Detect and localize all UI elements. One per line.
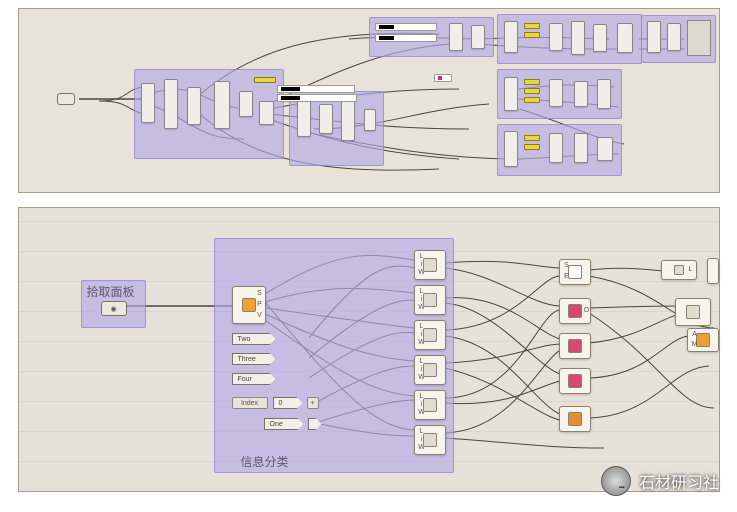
list-icon (423, 328, 437, 342)
yellow-param[interactable] (524, 97, 540, 103)
geometry-param[interactable]: ◉ (101, 301, 127, 316)
watermark: 石材研习社 (601, 466, 719, 496)
grasshopper-overview-canvas[interactable] (18, 8, 720, 193)
param-right-1[interactable] (707, 258, 719, 284)
listitem-node-1[interactable]: LiW (414, 250, 446, 280)
list-icon (423, 433, 437, 447)
param-one[interactable]: One (264, 418, 304, 430)
yellow-param[interactable] (524, 144, 540, 150)
listitem-node-4[interactable]: LiW (414, 355, 446, 385)
pencil-icon (674, 265, 684, 275)
explode-icon (242, 298, 256, 312)
node[interactable] (617, 23, 633, 53)
list-icon (423, 398, 437, 412)
list-icon (423, 293, 437, 307)
comp-node-4[interactable] (559, 368, 591, 394)
node[interactable] (319, 104, 333, 134)
node[interactable] (549, 79, 563, 107)
node[interactable] (504, 21, 518, 53)
yellow-param[interactable] (524, 23, 540, 29)
node[interactable] (574, 81, 588, 107)
input-param[interactable] (57, 93, 75, 105)
yellow-param[interactable] (524, 135, 540, 141)
wechat-icon (601, 466, 631, 496)
plus-btn[interactable]: + (307, 397, 319, 409)
param-zero[interactable]: 0 (273, 397, 303, 409)
label: Four (238, 376, 252, 383)
panel[interactable] (687, 20, 711, 56)
group-classify-label: 信息分类 (241, 453, 289, 470)
listitem-node-2[interactable]: LiW (414, 285, 446, 315)
number-slider[interactable] (375, 23, 437, 31)
node[interactable] (593, 24, 607, 52)
label: Two (238, 336, 251, 343)
label: 0 (279, 400, 283, 407)
node[interactable] (164, 79, 178, 129)
number-slider[interactable] (375, 34, 437, 42)
comp-right-2[interactable] (675, 298, 711, 326)
comp-node-5[interactable] (559, 406, 591, 432)
icon (568, 374, 582, 388)
node[interactable] (667, 23, 681, 51)
node[interactable] (571, 21, 585, 55)
comp-node-2[interactable]: O (559, 298, 591, 324)
node[interactable] (187, 87, 201, 125)
node[interactable] (471, 25, 485, 49)
icon (568, 339, 582, 353)
yellow-param[interactable] (254, 77, 276, 83)
node[interactable] (504, 77, 518, 111)
explode-node[interactable]: S P V (232, 286, 266, 324)
node[interactable] (449, 23, 463, 51)
node[interactable] (239, 91, 253, 117)
yellow-param[interactable] (524, 88, 540, 94)
node[interactable] (504, 131, 518, 167)
node[interactable] (141, 83, 155, 123)
comp-right-3[interactable]: AM (687, 328, 719, 352)
node[interactable] (574, 133, 588, 163)
listitem-node-3[interactable]: LiW (414, 320, 446, 350)
label: Index (241, 400, 258, 407)
icon (568, 412, 582, 426)
label: Three (238, 356, 256, 363)
number-slider[interactable] (277, 85, 355, 93)
grasshopper-detail-canvas[interactable]: 拾取面板 ◉ 信息分类 S P V Two Three Four Index 0… (18, 207, 720, 492)
group-pick-label: 拾取面板 (87, 283, 135, 300)
list-icon (423, 363, 437, 377)
node[interactable] (341, 101, 355, 141)
yellow-param[interactable] (524, 32, 540, 38)
list-icon (423, 258, 437, 272)
node[interactable] (259, 101, 274, 125)
param-three[interactable]: Three (232, 353, 276, 365)
icon (686, 305, 700, 319)
param-four[interactable]: Four (232, 373, 276, 385)
yellow-param[interactable] (524, 79, 540, 85)
line-node[interactable]: SE (559, 259, 591, 285)
node[interactable] (549, 133, 563, 163)
listitem-node-5[interactable]: LiW (414, 390, 446, 420)
node[interactable] (364, 109, 376, 131)
node[interactable] (214, 81, 230, 129)
comp-node-3[interactable] (559, 333, 591, 359)
param-index[interactable]: Index (232, 397, 268, 409)
param-two[interactable]: Two (232, 333, 276, 345)
label: One (270, 421, 283, 428)
node[interactable] (647, 21, 661, 53)
node[interactable] (597, 137, 613, 161)
node[interactable] (549, 23, 563, 51)
slider-red[interactable] (434, 74, 452, 82)
icon (568, 304, 582, 318)
number-slider[interactable] (277, 94, 357, 102)
node[interactable] (597, 79, 611, 109)
node[interactable] (297, 99, 311, 137)
watermark-text: 石材研习社 (639, 469, 719, 493)
endpt-node[interactable]: L (661, 260, 697, 280)
listitem-node-6[interactable]: LiW (414, 425, 446, 455)
